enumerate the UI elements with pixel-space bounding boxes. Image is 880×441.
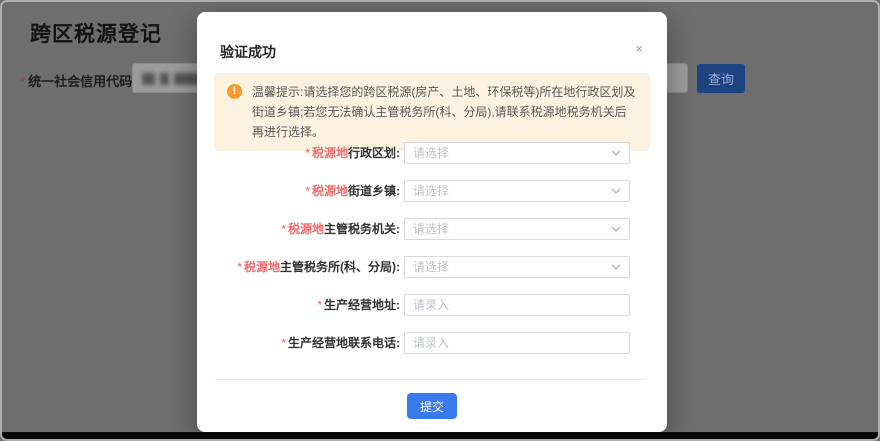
chevron-down-icon [611, 188, 621, 195]
chevron-down-icon [611, 150, 621, 157]
business-address-input[interactable] [404, 294, 630, 316]
admin-division-select[interactable]: 请选择 [404, 142, 630, 164]
field-label: *税源地行政区划: [197, 142, 400, 164]
form-row-business-address: *生产经营地址: [197, 294, 667, 316]
required-asterisk: * [20, 74, 25, 89]
dialog-title: 验证成功 [220, 42, 276, 62]
form-row-taxsource-street-town: *税源地街道乡镇: 请选择 [197, 180, 667, 202]
app-window: 跨区税源登记 *统一社会信用代码: 查询 验证成功 × ! 温馨提示:请选择您的… [0, 0, 880, 441]
warning-banner: ! 温馨提示:请选择您的跨区税源(房产、土地、环保税等)所在地行政区划及街道乡镇… [214, 73, 650, 151]
tax-office-select[interactable]: 请选择 [404, 256, 630, 278]
warning-icon: ! [227, 84, 242, 99]
required-asterisk: * [237, 260, 242, 274]
required-asterisk: * [281, 336, 286, 350]
close-icon[interactable]: × [635, 42, 643, 56]
chevron-down-icon [611, 264, 621, 271]
form-row-taxsource-tax-authority: *税源地主管税务机关: 请选择 [197, 218, 667, 240]
field-label: *税源地街道乡镇: [197, 180, 400, 202]
form-row-taxsource-admin-division: *税源地行政区划: 请选择 [197, 142, 667, 164]
form-row-taxsource-tax-office: *税源地主管税务所(科、分局): 请选择 [197, 256, 667, 278]
street-town-select[interactable]: 请选择 [404, 180, 630, 202]
screen-bottom-edge [2, 432, 878, 439]
footer-divider [215, 379, 645, 380]
page-title: 跨区税源登记 [30, 18, 162, 48]
query-button[interactable]: 查询 [697, 64, 745, 93]
field-label: *生产经营地址: [197, 294, 400, 316]
required-asterisk: * [305, 146, 310, 160]
field-label: *税源地主管税务所(科、分局): [197, 256, 400, 278]
submit-button[interactable]: 提交 [407, 393, 457, 419]
redacted-value-block [142, 73, 155, 85]
redacted-value-block [160, 73, 169, 85]
tax-authority-select[interactable]: 请选择 [404, 218, 630, 240]
form-row-business-phone: *生产经营地联系电话: [197, 332, 667, 354]
warning-text: 温馨提示:请选择您的跨区税源(房产、土地、环保税等)所在地行政区划及街道乡镇;若… [252, 85, 635, 139]
chevron-down-icon [611, 226, 621, 233]
verification-success-dialog: 验证成功 × ! 温馨提示:请选择您的跨区税源(房产、土地、环保税等)所在地行政… [197, 12, 667, 432]
required-asterisk: * [305, 184, 310, 198]
required-asterisk: * [317, 298, 322, 312]
required-asterisk: * [281, 222, 286, 236]
field-label: *生产经营地联系电话: [197, 332, 400, 354]
credit-code-label: *统一社会信用代码: [20, 71, 136, 90]
business-phone-input[interactable] [404, 332, 630, 354]
field-label: *税源地主管税务机关: [197, 218, 400, 240]
